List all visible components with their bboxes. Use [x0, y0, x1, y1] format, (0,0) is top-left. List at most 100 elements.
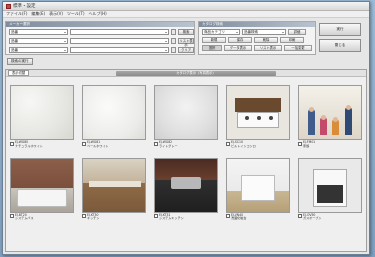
product-card[interactable]: EJ-KT31 システムキッチン [154, 157, 218, 222]
filter-spin-2[interactable] [171, 38, 177, 44]
counter-shape [89, 180, 141, 187]
cabinet-shape [241, 174, 275, 201]
product-card[interactable]: EJ-KT30 キッチン [82, 157, 146, 222]
product-thumbnail[interactable] [82, 157, 146, 213]
filter-select-3b[interactable] [70, 47, 170, 53]
menu-view[interactable]: 表示(V) [49, 11, 63, 17]
filter-spin-1[interactable] [171, 29, 177, 35]
select-checkbox[interactable] [154, 214, 158, 219]
code-search-select[interactable]: 品番検索 [242, 29, 286, 35]
side-actions: 実行 閉じる [319, 21, 361, 55]
filter-row-3: 品番 クリア [6, 46, 194, 54]
product-card[interactable]: EJ-WG82 ライトグレー [154, 85, 218, 149]
select-checkbox[interactable] [10, 214, 14, 219]
person-figure [345, 107, 352, 135]
stove-top-shape [235, 98, 281, 112]
results-panel: 表示切替 カタログ表示（写真表示） EJ-WG80 ナチュラルホワイト EJ-W… [5, 69, 367, 252]
detail-button[interactable]: 詳細 [288, 29, 306, 35]
app-window: 標準・設定 ファイル(F) 編集(E) 表示(V) ツール(T) ヘルプ(H) … [2, 1, 370, 255]
app-icon [6, 3, 11, 9]
maker-filter-header: メーカー選択 [6, 22, 194, 27]
card-caption: EJ-FM01 家族 [298, 140, 362, 149]
menu-tools[interactable]: ツール(T) [67, 11, 85, 17]
run-search-button[interactable]: 検索の実行 [7, 58, 33, 65]
delete-button[interactable]: 削除 [254, 37, 278, 43]
bulk-change-button[interactable]: 一括変更 [284, 45, 312, 51]
results-title: カタログ表示（写真表示） [116, 71, 276, 76]
product-name: ガスオーブン [303, 216, 322, 221]
product-card[interactable]: EJ-FM01 家族 [298, 85, 362, 149]
product-thumbnail[interactable] [154, 157, 218, 213]
person-figure [308, 109, 315, 135]
product-thumbnail[interactable] [82, 85, 146, 140]
select-checkbox[interactable] [10, 141, 14, 146]
catalog-filter-group: カタログ検索 商品カテゴリ 品番検索 詳細 新規 保存 削除 印刷 選択 データ… [198, 21, 316, 55]
sink-shape [171, 176, 201, 189]
filter-select-3a[interactable]: 品番 [9, 47, 69, 53]
card-caption: EJ-WG81 ペールホワイト [82, 140, 146, 149]
catalog-row-1: 商品カテゴリ 品番検索 詳細 [199, 29, 315, 35]
catalog-filter-header: カタログ検索 [199, 22, 315, 27]
filter-select-1b[interactable] [70, 29, 170, 35]
select-checkbox[interactable] [154, 141, 158, 146]
product-card[interactable]: EJ-WG81 ペールホワイト [82, 85, 146, 149]
filter-row-1: 品番 検索 [6, 28, 194, 36]
select-checkbox[interactable] [226, 141, 230, 146]
list-display-button[interactable]: リスト表示 [254, 45, 282, 51]
filter-select-2b[interactable] [70, 38, 170, 44]
menu-file[interactable]: ファイル(F) [6, 11, 27, 17]
filter-select-2a[interactable]: 品番 [9, 38, 69, 44]
product-name: ナチュラルホワイト [15, 143, 43, 148]
person-head [333, 117, 338, 122]
product-card[interactable]: EJ-OV50 ガスオーブン [298, 157, 362, 222]
product-name: 洗面化粧台 [231, 216, 247, 221]
select-checkbox[interactable] [298, 214, 302, 219]
new-button[interactable]: 新規 [202, 37, 226, 43]
product-thumbnail[interactable] [298, 85, 362, 140]
menu-help[interactable]: ヘルプ(H) [89, 11, 107, 17]
product-card[interactable]: EJ-VN40 洗面化粧台 [226, 157, 290, 222]
execute-button[interactable]: 実行 [319, 23, 361, 36]
product-name: ペールホワイト [87, 143, 109, 148]
product-thumbnail[interactable] [226, 85, 290, 140]
product-thumbnail[interactable] [298, 157, 362, 213]
person-head [346, 105, 351, 110]
product-name: システムキッチン [159, 216, 184, 221]
select-checkbox[interactable] [298, 141, 302, 146]
filter-panel-row: メーカー選択 品番 検索 品番 リスト表示 品番 クリア カタログ検索 商品カテ… [5, 21, 367, 55]
menu-edit[interactable]: 編集(E) [31, 11, 45, 17]
card-caption: EJ-KT31 システムキッチン [154, 213, 218, 222]
stove-knob-shape [245, 116, 249, 120]
card-caption: EJ-OV50 ガスオーブン [298, 213, 362, 222]
tab-view-toggle[interactable]: 表示切替 [8, 70, 30, 76]
product-name: システムバス [15, 216, 34, 221]
select-button[interactable]: 選択 [202, 45, 222, 51]
select-checkbox[interactable] [226, 214, 230, 219]
select-checkbox[interactable] [82, 141, 86, 146]
select-checkbox[interactable] [82, 214, 86, 219]
data-view-button[interactable]: データ表示 [224, 45, 252, 51]
product-card[interactable]: EJ-BT20 システムバス [10, 157, 74, 222]
product-thumbnail[interactable] [226, 157, 290, 213]
clear-button[interactable]: クリア [178, 47, 194, 53]
oven-door-shape [317, 184, 343, 203]
card-caption: EJ-WG82 ライトグレー [154, 140, 218, 149]
filter-spin-3[interactable] [171, 47, 177, 53]
search-button[interactable]: 検索 [178, 29, 194, 35]
product-thumbnail[interactable] [154, 85, 218, 140]
person-head [321, 115, 326, 120]
card-caption: EJ-KT30 キッチン [82, 213, 146, 222]
filter-select-1a[interactable]: 品番 [9, 29, 69, 35]
print-button[interactable]: 印刷 [280, 37, 304, 43]
product-card[interactable]: EJ-WG80 ナチュラルホワイト [10, 85, 74, 149]
save-button[interactable]: 保存 [228, 37, 252, 43]
list-view-button[interactable]: リスト表示 [178, 38, 194, 47]
product-thumbnail[interactable] [10, 85, 74, 140]
filter-row-2: 品番 リスト表示 [6, 37, 194, 47]
product-thumbnail[interactable] [10, 157, 74, 213]
close-button[interactable]: 閉じる [319, 39, 361, 52]
product-card[interactable]: EJ-SC10 ビルトインコンロ [226, 85, 290, 149]
catalog-row-2: 新規 保存 削除 印刷 [199, 37, 315, 43]
stove-knob-shape [257, 116, 261, 120]
category-select[interactable]: 商品カテゴリ [202, 29, 240, 35]
